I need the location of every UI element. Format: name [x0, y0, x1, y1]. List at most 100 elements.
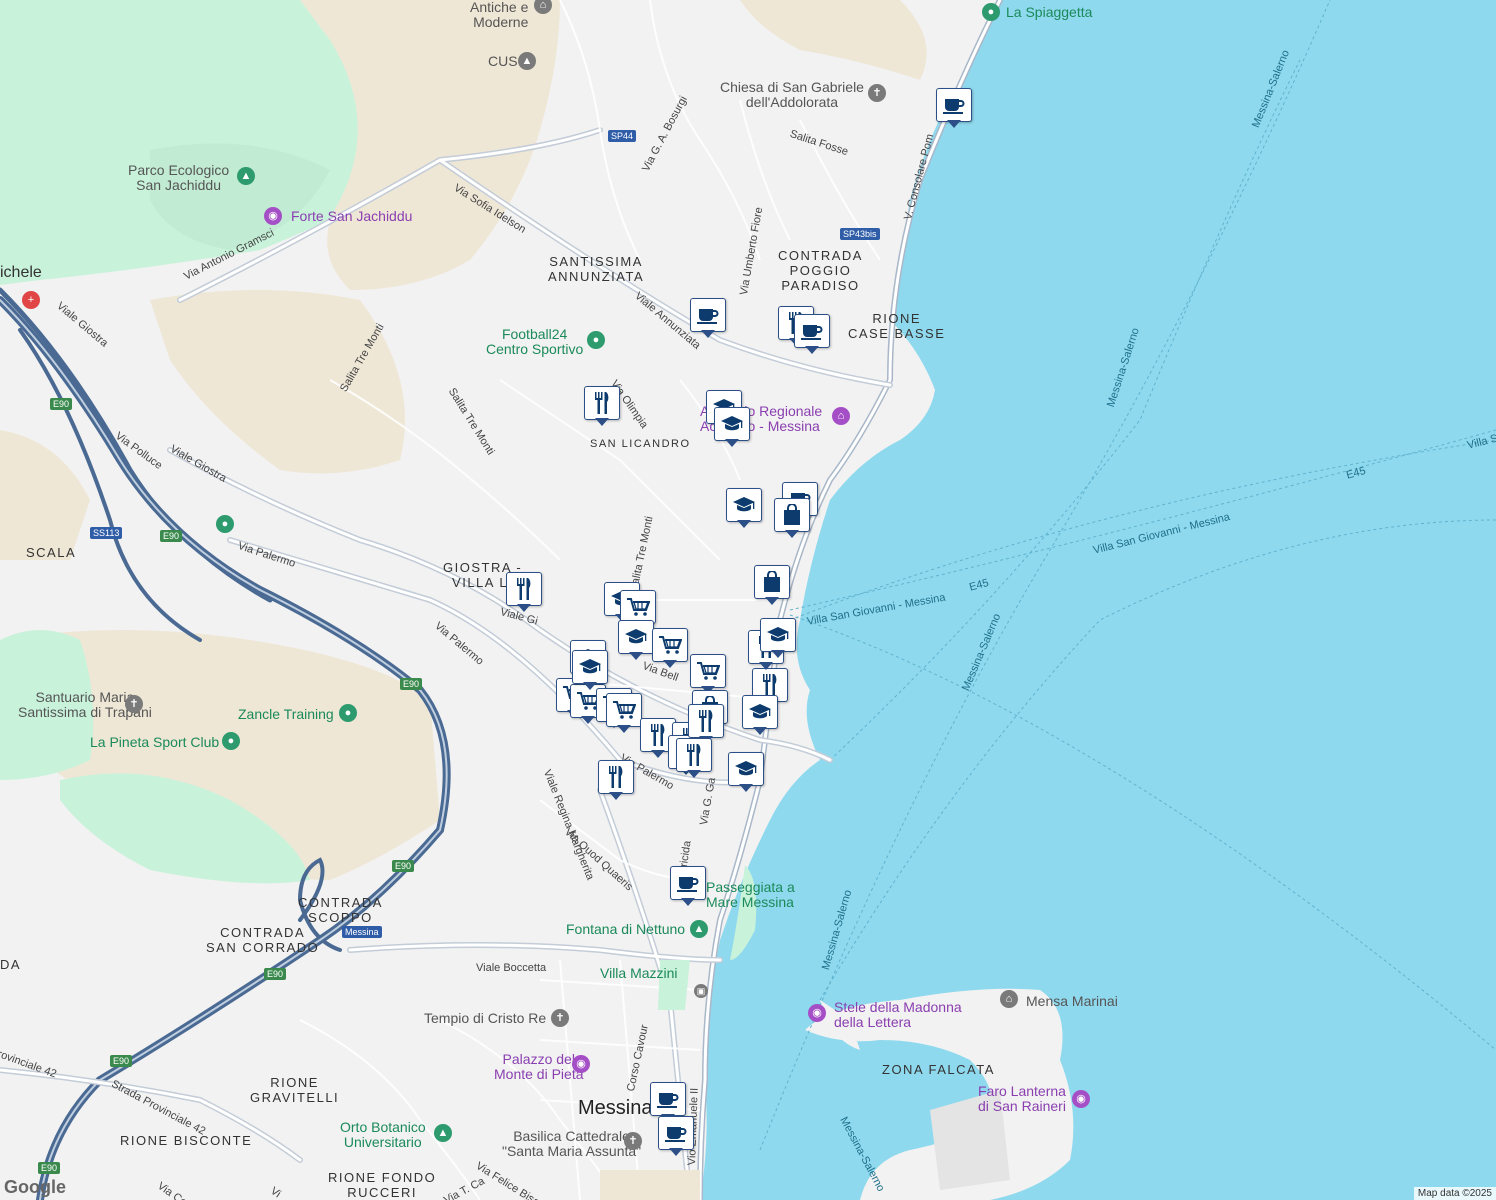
poi-label[interactable]: Fontana di Nettuno [566, 922, 685, 937]
poi-label[interactable]: Passeggiata a Mare Messina [706, 880, 795, 910]
poi-label[interactable]: Forte San Jachiddu [291, 209, 412, 224]
area-label: RIONE CASE BASSE [848, 311, 946, 341]
area-label: ZONA FALCATA [882, 1062, 995, 1077]
school-marker[interactable] [760, 618, 796, 660]
restaurant-icon [584, 386, 620, 420]
church-icon[interactable]: ✝ [551, 1009, 569, 1027]
museum-icon[interactable]: ⌂ [1000, 990, 1018, 1008]
restaurant-icon [688, 704, 724, 738]
poi-label[interactable]: Antiche e Moderne [470, 0, 528, 30]
marker-pointer [805, 346, 819, 354]
beach-icon[interactable]: ● [982, 3, 1000, 21]
grocery-marker[interactable] [652, 628, 688, 670]
marker-pointer [617, 725, 631, 733]
poi-label[interactable]: Palazzo del Monte di Pietà [494, 1052, 584, 1082]
poi-label[interactable]: Parco Ecologico San Jachiddu [128, 163, 229, 193]
grocery-icon [652, 628, 688, 662]
poi-label[interactable]: Chiesa di San Gabriele dell'Addolorata [720, 80, 864, 110]
marker-pointer [739, 784, 753, 792]
cafe-icon [658, 1116, 694, 1150]
school-marker[interactable] [572, 650, 608, 692]
marker-pointer [771, 650, 785, 658]
school-icon [714, 407, 750, 441]
road-shield: E90 [400, 678, 423, 690]
shop-marker[interactable] [754, 565, 790, 607]
poi-label[interactable]: Zancle Training [238, 707, 334, 722]
poi-label[interactable]: Basilica Cattedrale "Santa Maria Assunta… [502, 1129, 641, 1159]
map-canvas[interactable]: SANTISSIMA ANNUNZIATA CONTRADA POGGIO PA… [0, 0, 1496, 1200]
poi-label[interactable]: Stele della Madonna della Lettera [834, 1000, 962, 1030]
poi-label[interactable]: Orto Botanico Universitario [340, 1120, 426, 1150]
restaurant-marker[interactable] [676, 738, 712, 780]
school-marker[interactable] [714, 407, 750, 449]
marker-pointer [669, 1148, 683, 1156]
cafe-marker[interactable] [794, 314, 830, 356]
road-shield: E90 [264, 968, 287, 980]
poi-label[interactable]: Villa Mazzini [600, 966, 678, 981]
camera-icon[interactable]: ◉ [264, 207, 282, 225]
cafe-marker[interactable] [690, 298, 726, 340]
marker-pointer [701, 330, 715, 338]
road-shield: E90 [110, 1055, 133, 1067]
park-icon[interactable]: ▲ [237, 167, 255, 185]
camera-icon[interactable]: ◉ [572, 1055, 590, 1073]
area-label: SCALA [26, 545, 77, 560]
restaurant-icon [676, 738, 712, 772]
cafe-marker[interactable] [658, 1116, 694, 1158]
grocery-marker[interactable] [606, 693, 642, 735]
marker-pointer [663, 660, 677, 668]
hospital-icon[interactable]: + [22, 291, 40, 309]
shop-marker[interactable] [774, 498, 810, 540]
marker-pointer [765, 597, 779, 605]
church-icon[interactable]: ✝ [125, 695, 143, 713]
school-icon [572, 650, 608, 684]
bus-icon[interactable]: ▣ [694, 984, 708, 998]
street-label: Viale Boccetta [476, 962, 547, 974]
marker-pointer [629, 652, 643, 660]
restaurant-marker[interactable] [598, 760, 634, 802]
area-label: CONTRADA SAN CORRADO [206, 925, 320, 955]
road-shield: SP44 [608, 130, 637, 142]
poi-label[interactable]: Faro Lanterna di San Raineri [978, 1084, 1066, 1114]
sport-icon[interactable]: ● [216, 515, 234, 533]
area-label: CONTRADA POGGIO PARADISO [778, 248, 863, 293]
church-icon[interactable]: ✝ [868, 84, 886, 102]
camera-icon[interactable]: ◉ [808, 1004, 826, 1022]
road-shield: E90 [392, 860, 415, 872]
poi-label[interactable]: La Spiaggetta [1006, 5, 1092, 20]
marker-pointer [583, 682, 597, 690]
sport-icon[interactable]: ● [339, 704, 357, 722]
grocery-icon [606, 693, 642, 727]
church-icon[interactable]: ✝ [624, 1132, 642, 1150]
cafe-marker[interactable] [936, 88, 972, 130]
school-icon[interactable]: ▲ [518, 52, 536, 70]
school-marker[interactable] [742, 695, 778, 737]
school-icon [726, 488, 762, 522]
museum-icon[interactable]: ⌂ [832, 407, 850, 425]
google-logo: Google [4, 1177, 66, 1197]
park-icon[interactable]: ▲ [690, 920, 708, 938]
restaurant-marker[interactable] [584, 386, 620, 428]
school-marker[interactable] [728, 752, 764, 794]
poi-label[interactable]: Football24 Centro Sportivo [486, 327, 583, 357]
marker-pointer [753, 727, 767, 735]
poi-label[interactable]: La Pineta Sport Club [90, 735, 219, 750]
poi-label[interactable]: Mensa Marinai [1026, 994, 1118, 1009]
sport-icon[interactable]: ● [222, 732, 240, 750]
cafe-marker[interactable] [670, 866, 706, 908]
shop-icon [774, 498, 810, 532]
marker-pointer [581, 716, 595, 724]
school-marker[interactable] [726, 488, 762, 530]
poi-label[interactable]: Tempio di Cristo Re [424, 1011, 546, 1026]
area-label: RIONE BISCONTE [120, 1133, 253, 1148]
sport-icon[interactable]: ● [587, 331, 605, 349]
restaurant-marker[interactable] [506, 572, 542, 614]
area-label: DA [0, 957, 22, 972]
park-icon[interactable]: ▲ [434, 1124, 452, 1142]
poi-label[interactable]: CUS [488, 54, 518, 69]
camera-icon[interactable]: ◉ [1072, 1090, 1090, 1108]
restaurant-icon [598, 760, 634, 794]
marker-pointer [517, 604, 531, 612]
school-marker[interactable] [618, 620, 654, 662]
marker-pointer [785, 530, 799, 538]
